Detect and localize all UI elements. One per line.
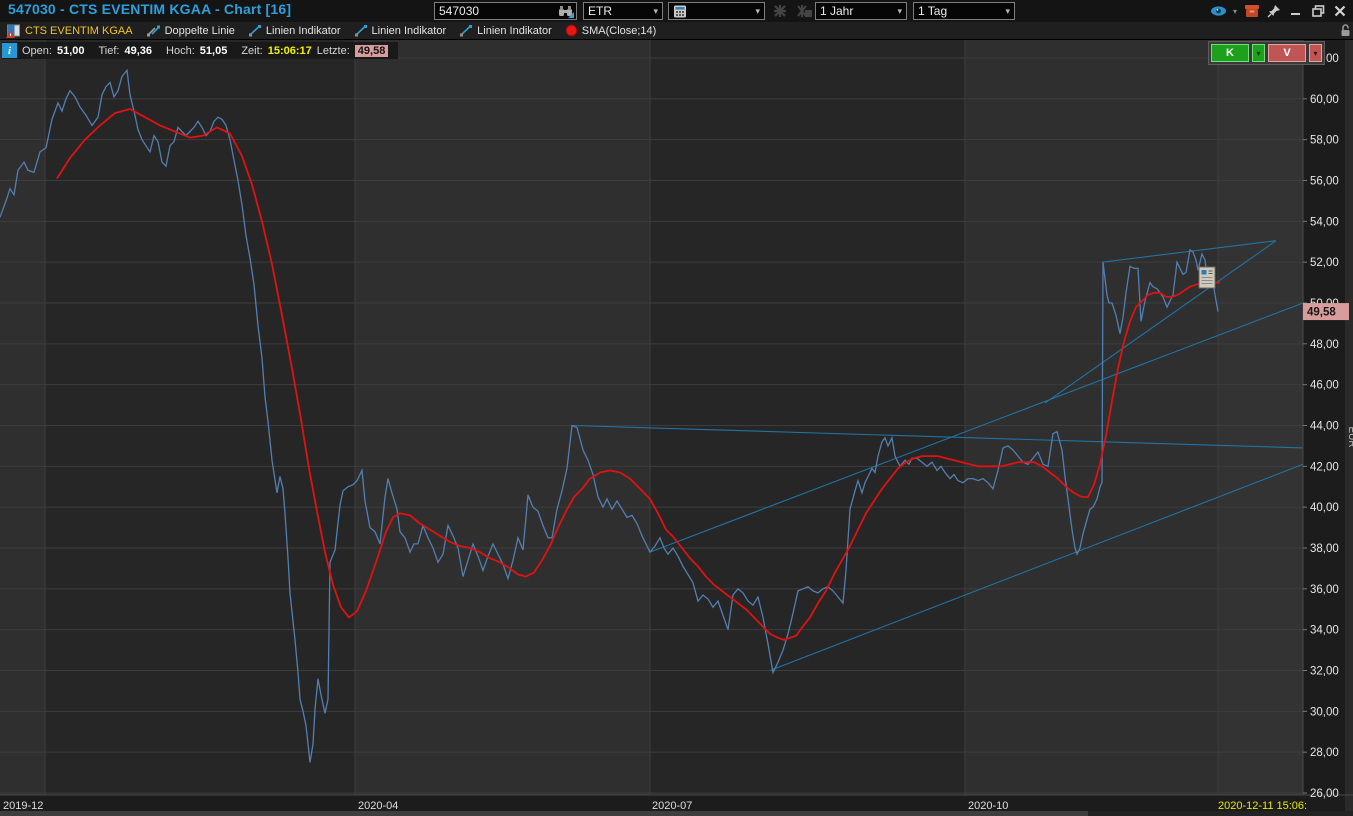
chevron-down-icon: ▾ [897,6,902,17]
x-axis-tick-label: 2020-10 [968,800,1008,812]
ohlc-info-bar: i Open: 51,00 Tief: 49,36 Hoch: 51,05 Ze… [2,42,398,59]
y-axis-tick-label: 42,00 [1310,461,1339,473]
line-indicator-icon [354,24,368,37]
low-label: Tief: [99,45,120,57]
open-value: 51,00 [57,45,85,57]
last-label: Letzte: [317,45,350,57]
high-label: Hoch: [166,45,195,57]
x-axis-tick-label: 2019-12 [3,800,43,812]
y-axis-tick-label: 30,00 [1310,706,1339,718]
y-axis-tick-label: 48,00 [1310,339,1339,351]
chart-area: 26,00 28,00 30,00 32,00 34,00 36,00 38,00 40,00… [0,40,1353,816]
buy-button[interactable]: K [1211,44,1249,62]
symbol-search-field [434,2,577,20]
y-axis-tick-label: 52,00 [1310,257,1339,269]
y-axis-tick-label: 28,00 [1310,747,1339,759]
sell-dropdown-caret[interactable]: ▾ [1309,44,1322,62]
depot-box-button[interactable] [1241,2,1263,20]
y-axis-tick-label: 34,00 [1310,625,1339,637]
chart-legend-toolbar: CTS EVENTIM KGAA Doppelte Linie Linien [0,22,1353,40]
last-value: 49,58 [355,45,389,57]
x-axis-tick-label: 2020-07 [652,800,692,812]
sma-dot-icon [565,24,578,37]
sma-label: SMA(Close;14) [582,25,657,37]
eye-dropdown-caret[interactable]: ▾ [1229,2,1241,20]
x-axis-current-time-label: 2020-12-11 15:06: [1218,800,1307,812]
price-chart-plot[interactable]: 26,00 28,00 30,00 32,00 34,00 36,00 38,00 40,00… [0,40,1353,816]
sma-legend-item[interactable]: SMA(Close;14) [565,24,657,37]
minimize-button[interactable] [1285,2,1307,20]
h-scrollbar-thumb[interactable] [0,811,1088,816]
y-axis-tick-label: 56,00 [1310,176,1339,188]
restore-button[interactable] [1307,2,1329,20]
sell-button[interactable]: V [1268,44,1306,62]
buy-dropdown-caret[interactable]: ▾ [1252,44,1265,62]
chevron-down-icon: ▾ [653,6,658,17]
interval-select[interactable]: 1 Tag ▾ [913,2,1015,20]
time-value: 15:06:17 [268,45,312,57]
y-axis-tick-label: 40,00 [1310,502,1339,514]
chart-series-icon [6,24,21,38]
window-title: 547030 - CTS EVENTIM KGAA - Chart [16] [8,1,291,17]
month-band [650,40,965,795]
y-axis-tick-label: 46,00 [1310,380,1339,392]
chevron-down-icon: ▾ [755,6,760,17]
y-axis-tick-label: 38,00 [1310,543,1339,555]
visibility-eye-button[interactable] [1207,2,1229,20]
interval-value: 1 Tag [918,4,947,18]
double-line-legend-item[interactable]: Doppelte Linie [146,24,235,37]
instrument-name: CTS EVENTIM KGAA [25,25,133,37]
x-axis-tick-label: 2020-04 [358,800,398,812]
y-axis-tick-label: 26,00 [1310,788,1339,800]
line-indicator-legend-item[interactable]: Linien Indikator [248,24,341,37]
period-value: 1 Jahr [820,4,853,18]
y-axis-tick-label: 60,00 [1310,94,1339,106]
lock-icon[interactable] [1340,24,1351,37]
exchange-select[interactable]: ETR ▾ [583,2,663,20]
title-bar: 547030 - CTS EVENTIM KGAA - Chart [16] E… [0,0,1353,23]
y-axis-unit-label: EUR [1346,426,1353,447]
exchange-value: ETR [588,4,612,18]
open-label: Open: [22,45,52,57]
line-indicator-legend-item[interactable]: Linien Indikator [354,24,447,37]
binoculars-icon[interactable] [558,5,574,18]
charttype-select[interactable]: ▾ [668,2,765,20]
y-axis-tick-label: 36,00 [1310,584,1339,596]
trade-button-panel: K ▾ V ▾ [1208,41,1325,65]
line-indicator-icon [248,24,262,37]
double-line-label: Doppelte Linie [165,25,235,37]
symbol-input[interactable] [435,4,558,18]
pin-button[interactable] [1263,2,1285,20]
chevron-down-icon: ▾ [1005,6,1010,17]
y-axis-tick-label: 32,00 [1310,666,1339,678]
high-value: 51,05 [200,45,228,57]
line-indicator-label: Linien Indikator [372,25,447,37]
low-value: 49,36 [125,45,153,57]
instrument-legend-item[interactable]: CTS EVENTIM KGAA [6,24,133,38]
month-band [45,40,355,795]
y-axis-tick-label: 58,00 [1310,135,1339,147]
line-indicator-label: Linien Indikator [266,25,341,37]
y-axis-tick-label: 54,00 [1310,216,1339,228]
line-indicator-label: Linien Indikator [477,25,552,37]
link-disabled-icon [773,4,789,18]
line-indicator-icon [459,24,473,37]
info-icon[interactable]: i [2,43,17,58]
close-icon[interactable] [1329,2,1351,20]
y-axis-tick-label: 44,00 [1310,421,1339,433]
chart-window: 547030 - CTS EVENTIM KGAA - Chart [16] E… [0,0,1353,816]
period-select[interactable]: 1 Jahr ▾ [815,2,907,20]
time-label: Zeit: [241,45,262,57]
last-price-tag-value: 49,58 [1307,307,1336,319]
calculator-icon [673,5,687,18]
double-line-icon [146,24,161,37]
unlink-disabled-icon [795,4,811,18]
line-indicator-legend-item[interactable]: Linien Indikator [459,24,552,37]
